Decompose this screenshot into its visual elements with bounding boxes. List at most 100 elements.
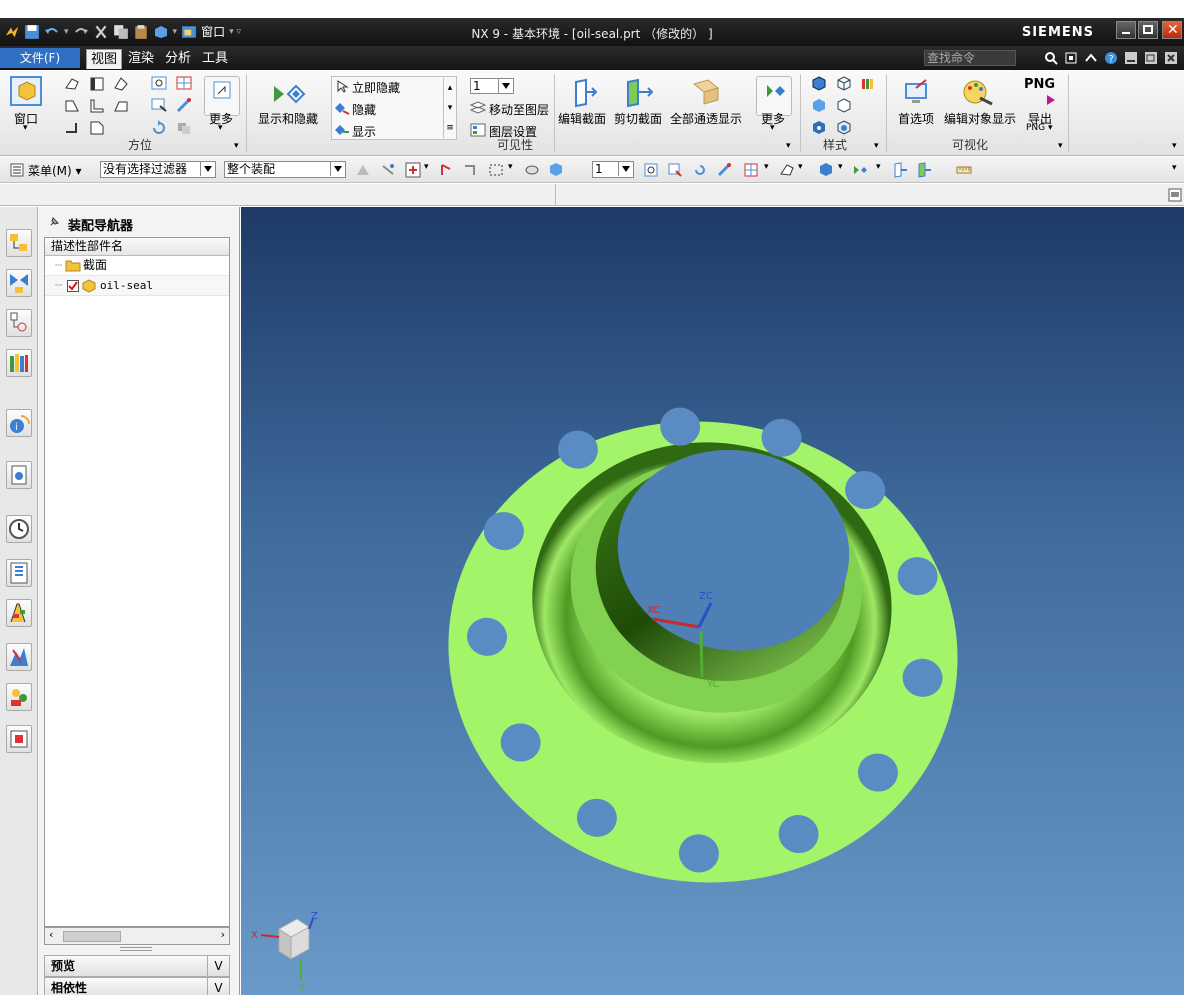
export-format-dropdown[interactable]: PNG ▾ [1026, 123, 1053, 133]
edit-section-icon[interactable] [568, 78, 600, 108]
doc-close-icon[interactable] [1164, 51, 1178, 65]
clip-section-button[interactable]: 剪切截面 [614, 110, 662, 127]
zoom-window-icon[interactable] [150, 97, 168, 113]
static-wireframe-icon[interactable] [836, 76, 852, 92]
isometric-view-icon[interactable] [112, 76, 130, 92]
edit-object-display-icon[interactable] [960, 76, 994, 108]
chevron-down-icon[interactable]: V [207, 956, 229, 976]
part-navigator-tab[interactable] [6, 309, 32, 337]
move-to-layer-button[interactable]: 移动至图层 [489, 101, 549, 118]
preview-panel-header[interactable]: 预览 V [44, 955, 230, 977]
hide-button[interactable]: 隐藏 [352, 101, 376, 118]
dependency-panel-header[interactable]: 相依性 V [44, 977, 230, 995]
command-search-input[interactable]: 查找命令 [924, 50, 1016, 66]
export-png-icon[interactable]: PNG [1024, 77, 1055, 92]
pan-view-icon[interactable] [716, 162, 732, 178]
doc-minimize-icon[interactable] [1124, 51, 1138, 65]
show-hide-button[interactable]: 显示和隐藏 [258, 110, 318, 127]
rotate-icon[interactable] [150, 120, 168, 136]
immediate-hide-button[interactable]: 立即隐藏 [352, 79, 400, 96]
rotate-view-icon[interactable] [692, 162, 708, 178]
view-settings-icon[interactable] [524, 163, 540, 177]
back-view-icon[interactable] [88, 120, 106, 136]
pan-icon[interactable] [175, 97, 193, 113]
toolbar-options-icon[interactable]: ▾ [1172, 163, 1177, 173]
column-header[interactable]: 描述性部件名 [45, 238, 229, 256]
box-select-dropdown-icon[interactable]: ▾ [508, 162, 513, 172]
measure-icon[interactable] [956, 162, 972, 178]
edit-object-display-button[interactable]: 编辑对象显示 [944, 110, 1016, 127]
minimize-button[interactable] [1116, 21, 1136, 39]
render-dropdown-icon[interactable]: ▾ [798, 162, 803, 172]
scroll-thumb[interactable] [63, 931, 121, 942]
chevron-up-icon[interactable] [1084, 51, 1098, 65]
layer-combo[interactable]: 1 [470, 78, 514, 94]
show-hide-icon[interactable] [270, 80, 306, 108]
all-transparent-icon[interactable] [690, 78, 722, 108]
checkbox-checked-icon[interactable] [67, 280, 79, 292]
splitter-handle[interactable] [120, 947, 152, 951]
preferences-icon[interactable] [902, 78, 932, 108]
search-icon[interactable] [1044, 51, 1058, 65]
style-group-expand-icon[interactable]: ▾ [874, 141, 879, 151]
help-icon[interactable]: ? [1104, 51, 1118, 65]
shaded-icon[interactable] [811, 98, 827, 114]
zoom-grid-icon[interactable] [175, 75, 193, 91]
display-shaded-icon[interactable] [548, 162, 564, 178]
all-transparent-button[interactable]: 全部通透显示 [670, 110, 742, 127]
face-analysis-icon[interactable] [811, 120, 827, 136]
process-studio-tab[interactable] [6, 559, 32, 587]
shaded-with-edges-icon[interactable] [811, 76, 827, 92]
orient-dropdown-icon[interactable]: ▾ [764, 162, 769, 172]
maximize-button[interactable] [1138, 21, 1158, 39]
chevron-down-icon[interactable]: V [207, 978, 229, 995]
gallery-scroll[interactable]: ▴ ▾ ≡ [443, 78, 456, 138]
scroll-left-icon[interactable]: ‹ [49, 928, 53, 941]
scroll-right-icon[interactable]: › [221, 928, 225, 941]
palette-tab[interactable] [6, 725, 32, 753]
history-tab[interactable] [6, 515, 32, 543]
tab-analysis[interactable]: 分析 [161, 49, 195, 69]
trimetric-view-icon[interactable] [63, 76, 81, 92]
visibility-group-expand-icon[interactable]: ▾ [786, 141, 791, 151]
shade-dropdown-icon[interactable]: ▾ [838, 162, 843, 172]
window-dropdown-icon[interactable]: ▾ [23, 123, 28, 133]
edit-section-button[interactable]: 编辑截面 [558, 110, 606, 127]
zoom-icon[interactable] [667, 162, 683, 178]
assembly-navigator-tab[interactable] [6, 229, 32, 257]
view-triad[interactable]: X Z Y [251, 911, 318, 994]
fit-icon[interactable] [150, 75, 168, 91]
selection-filter-combo[interactable]: 没有选择过滤器 [100, 161, 216, 178]
partially-shaded-icon[interactable] [836, 120, 852, 136]
model-scene[interactable]: XC ZC YC X Z Y [241, 207, 1184, 995]
snap-point-icon[interactable] [405, 162, 421, 178]
select-features-icon[interactable] [355, 163, 371, 177]
quick-pick-icon[interactable] [438, 163, 454, 177]
show-hide-small-icon[interactable] [852, 162, 868, 178]
clip-section-icon[interactable] [622, 78, 656, 108]
select-snap-icon[interactable] [380, 163, 396, 177]
doc-restore-icon[interactable] [1144, 51, 1158, 65]
work-layer-combo[interactable]: 1 [592, 161, 634, 178]
show-button[interactable]: 显示 [352, 123, 376, 140]
shade-style-icon[interactable] [818, 162, 834, 178]
system-scene-tab[interactable] [6, 683, 32, 711]
tab-view[interactable]: 视图 [86, 49, 123, 69]
manufacturing-wizard-tab[interactable] [6, 599, 32, 627]
snap-dropdown-icon[interactable]: ▾ [424, 162, 429, 172]
reuse-library-tab[interactable] [6, 349, 32, 377]
more-section-dropdown-icon[interactable]: ▾ [770, 123, 775, 133]
show-hide-dropdown-icon[interactable]: ▾ [876, 162, 881, 172]
tab-tools[interactable]: 工具 [198, 49, 232, 69]
preferences-button[interactable]: 首选项 [898, 110, 934, 127]
top-view-icon[interactable] [63, 98, 81, 114]
tree-node-oil-seal[interactable]: ┄ oil-seal [45, 276, 229, 296]
clip-section-small-icon[interactable] [916, 162, 932, 178]
right-view-icon[interactable] [112, 98, 130, 114]
oil-seal-part[interactable] [418, 377, 989, 915]
left-view-icon[interactable] [88, 98, 106, 114]
studio-icon[interactable] [860, 76, 876, 92]
graphics-window[interactable]: XC ZC YC X Z Y [241, 207, 1184, 995]
constraint-navigator-tab[interactable] [6, 269, 32, 297]
ribbon-options-icon[interactable]: ▾ [1172, 141, 1177, 151]
